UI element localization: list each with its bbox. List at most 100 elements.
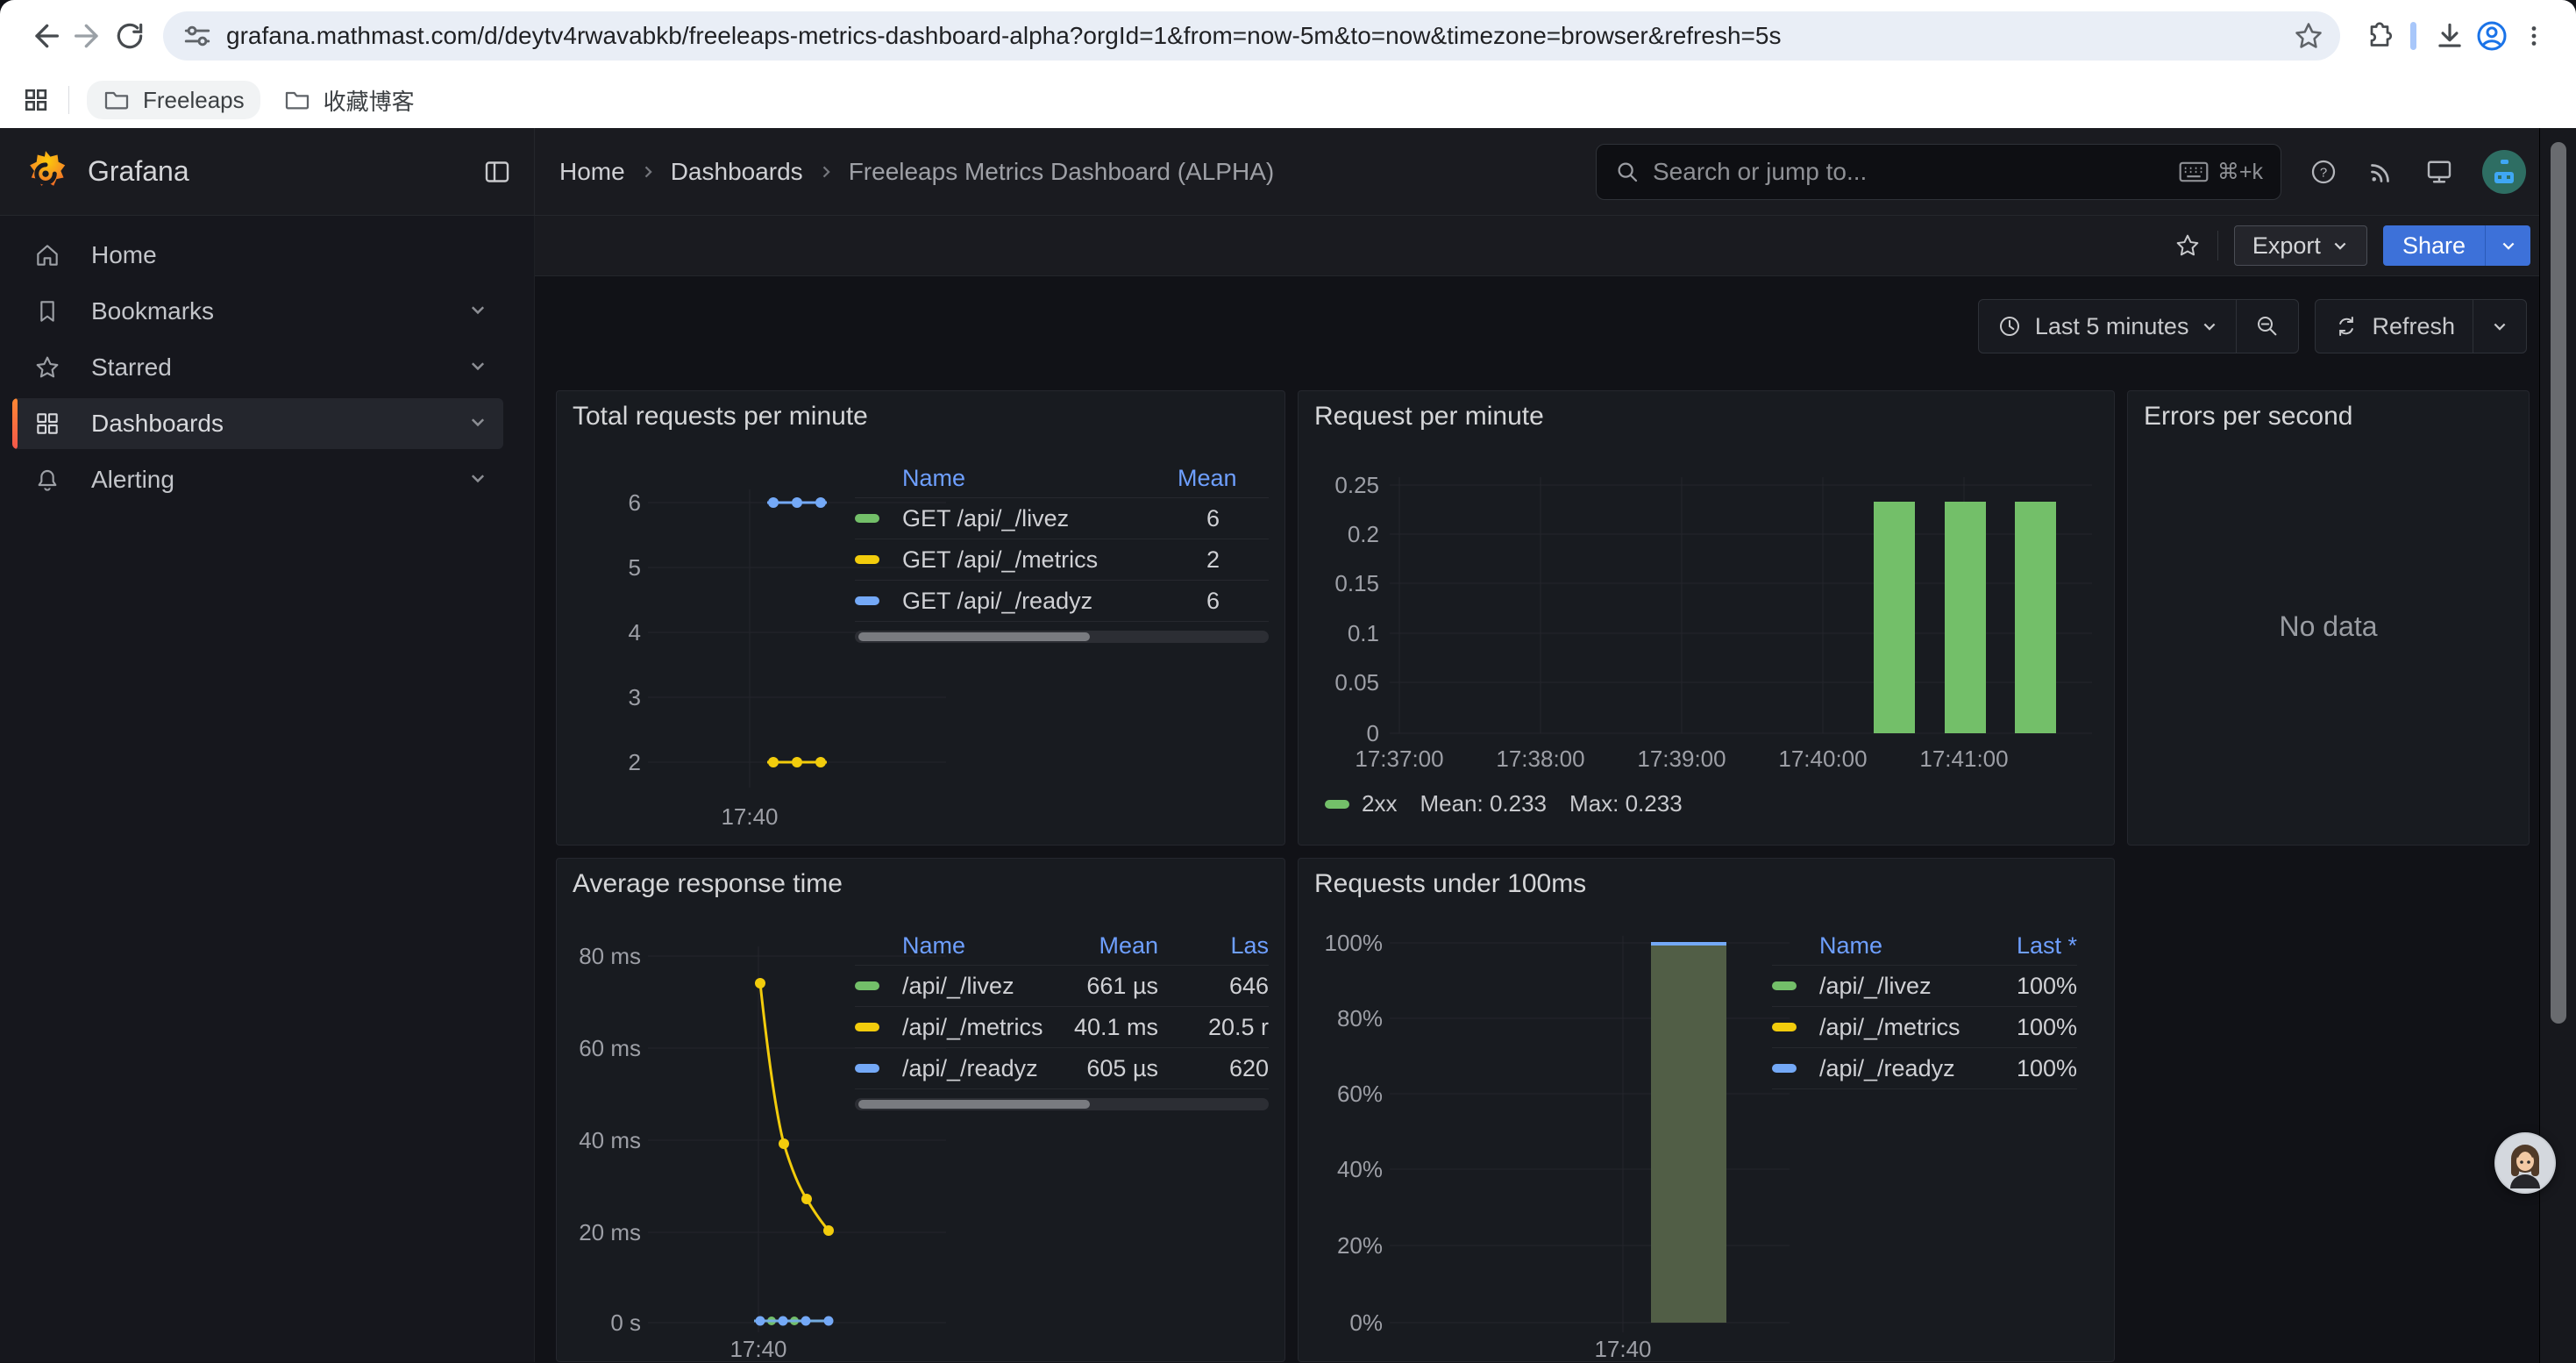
legend-row[interactable]: /api/_/livez 661 µs 646 [855, 966, 1269, 1007]
y-tick: 0 [1299, 720, 1379, 746]
legend-col-name[interactable]: Name [902, 932, 1071, 960]
series-color-chip [855, 514, 879, 523]
legend-row[interactable]: GET /api/_/livez 6 [855, 498, 1269, 539]
url-input[interactable] [226, 22, 2281, 50]
series-name[interactable]: GET /api/_/livez [902, 505, 1178, 532]
y-tick: 80% [1299, 1005, 1383, 1031]
series-name[interactable]: /api/_/readyz [1819, 1055, 1993, 1082]
legend[interactable]: 2xx Mean: 0.233 Max: 0.233 [1325, 790, 1683, 817]
apps-grid-icon[interactable] [21, 85, 51, 115]
chevron-down-icon[interactable] [468, 297, 487, 325]
panel-avg-response-time[interactable]: Average response time [556, 858, 1285, 1362]
floating-assistant-avatar[interactable] [2494, 1132, 2556, 1194]
panel-title[interactable]: Errors per second [2144, 402, 2352, 432]
y-tick: 0.15 [1299, 570, 1379, 596]
bookmark-star-icon[interactable] [2293, 20, 2324, 52]
browser-reload-icon[interactable] [109, 15, 151, 57]
panel-request-per-minute[interactable]: Request per minute [1298, 390, 2115, 846]
bookmark-folder-blogs[interactable]: 收藏博客 [267, 79, 431, 122]
panel-errors-per-second[interactable]: Errors per second No data [2127, 390, 2530, 846]
sidebar-item-home[interactable]: Home [12, 230, 503, 281]
series-name[interactable]: /api/_/readyz [902, 1055, 1071, 1082]
refresh-interval-button[interactable] [2473, 300, 2526, 353]
bookmark-icon [33, 297, 61, 325]
y-tick: 100% [1299, 930, 1383, 956]
dashboard-toolbar: Export Share [535, 216, 2576, 276]
series-name[interactable]: /api/_/metrics [902, 1014, 1071, 1041]
series-name[interactable]: GET /api/_/readyz [902, 588, 1178, 615]
search-input[interactable] [1653, 158, 2179, 186]
extensions-icon[interactable] [2356, 15, 2398, 57]
url-bar[interactable] [163, 11, 2340, 61]
breadcrumb-home[interactable]: Home [559, 158, 625, 186]
profile-icon[interactable] [2471, 15, 2513, 57]
scrollbar-thumb[interactable] [2551, 142, 2566, 1024]
series-name[interactable]: /api/_/livez [1819, 973, 1993, 1000]
legend-col-name[interactable]: Name [1819, 932, 1993, 960]
refresh-button[interactable]: Refresh [2316, 300, 2473, 353]
legend-col-last[interactable]: Las [1193, 932, 1269, 960]
y-tick: 4 [557, 619, 641, 646]
help-icon[interactable]: ? [2308, 156, 2339, 188]
y-tick: 0.1 [1299, 620, 1379, 646]
browser-menu-icon[interactable] [2513, 15, 2555, 57]
breadcrumb-dashboards[interactable]: Dashboards [671, 158, 803, 186]
browser-back-icon[interactable] [25, 15, 67, 57]
user-avatar[interactable] [2481, 149, 2527, 195]
bookmark-folder-freeleaps[interactable]: Freeleaps [87, 81, 260, 119]
sidebar-toggle-icon[interactable] [481, 156, 513, 188]
series-last: 100% [1993, 1014, 2077, 1041]
series-mean: 605 µs [1071, 1055, 1193, 1082]
sidebar-item-label: Starred [91, 353, 468, 382]
legend-col-last[interactable]: Last * [1993, 932, 2077, 960]
legend-row[interactable]: GET /api/_/readyz 6 [855, 581, 1269, 622]
dashboards-grid-icon [33, 410, 61, 438]
series-name[interactable]: /api/_/metrics [1819, 1014, 1993, 1041]
chevron-down-icon[interactable] [468, 353, 487, 382]
series-color-chip [1325, 800, 1349, 809]
favorite-star-icon[interactable] [2174, 232, 2202, 260]
export-button[interactable]: Export [2234, 225, 2367, 266]
site-settings-icon[interactable] [182, 21, 212, 51]
sidebar-item-alerting[interactable]: Alerting [12, 454, 503, 505]
news-rss-icon[interactable] [2366, 156, 2397, 188]
browser-forward-icon[interactable] [67, 15, 109, 57]
series-color-chip [1772, 981, 1797, 990]
series-color-chip [855, 981, 879, 990]
chevron-down-icon[interactable] [468, 410, 487, 438]
scrollbar-thumb[interactable] [858, 1100, 1090, 1109]
legend-row[interactable]: /api/_/metrics 100% [1772, 1007, 2077, 1048]
legend-table: Name Mean GET /api/_/livez 6 [855, 460, 1269, 643]
monitor-icon[interactable] [2423, 156, 2455, 188]
legend-row[interactable]: /api/_/metrics 40.1 ms 20.5 r [855, 1007, 1269, 1048]
sidebar-item-dashboards[interactable]: Dashboards [12, 398, 503, 449]
share-menu-button[interactable] [2485, 225, 2530, 266]
series-name[interactable]: 2xx [1362, 790, 1397, 817]
legend-scrollbar[interactable] [855, 1098, 1269, 1110]
legend-scrollbar[interactable] [855, 631, 1269, 643]
search-box[interactable]: ⌘+k [1596, 144, 2281, 200]
legend-row[interactable]: GET /api/_/metrics 2 [855, 539, 1269, 581]
panel-total-requests[interactable]: Total requests per minute [556, 390, 1285, 846]
panel-requests-under-100ms[interactable]: Requests under 100ms [1298, 858, 2115, 1362]
zoom-out-button[interactable] [2236, 300, 2298, 353]
y-tick: 20% [1299, 1232, 1383, 1259]
series-name[interactable]: /api/_/livez [902, 973, 1071, 1000]
legend-col-mean[interactable]: Mean [1178, 465, 1269, 492]
legend-row[interactable]: /api/_/livez 100% [1772, 966, 2077, 1007]
legend-row[interactable]: /api/_/readyz 605 µs 620 [855, 1048, 1269, 1089]
series-name[interactable]: GET /api/_/metrics [902, 546, 1178, 574]
sidebar-item-bookmarks[interactable]: Bookmarks [12, 286, 503, 337]
downloads-icon[interactable] [2429, 15, 2471, 57]
scrollbar-thumb[interactable] [858, 632, 1090, 641]
time-range-picker[interactable]: Last 5 minutes [1979, 300, 2237, 353]
grafana-logo-icon[interactable] [23, 149, 68, 195]
share-button[interactable]: Share [2383, 225, 2485, 266]
star-icon [33, 353, 61, 382]
grafana-header: Grafana Home Dashboards Freeleaps Metric… [0, 128, 2576, 216]
legend-row[interactable]: /api/_/readyz 100% [1772, 1048, 2077, 1089]
sidebar-item-starred[interactable]: Starred [12, 342, 503, 393]
legend-col-name[interactable]: Name [902, 465, 1178, 492]
chevron-down-icon[interactable] [468, 466, 487, 494]
legend-col-mean[interactable]: Mean [1071, 932, 1193, 960]
